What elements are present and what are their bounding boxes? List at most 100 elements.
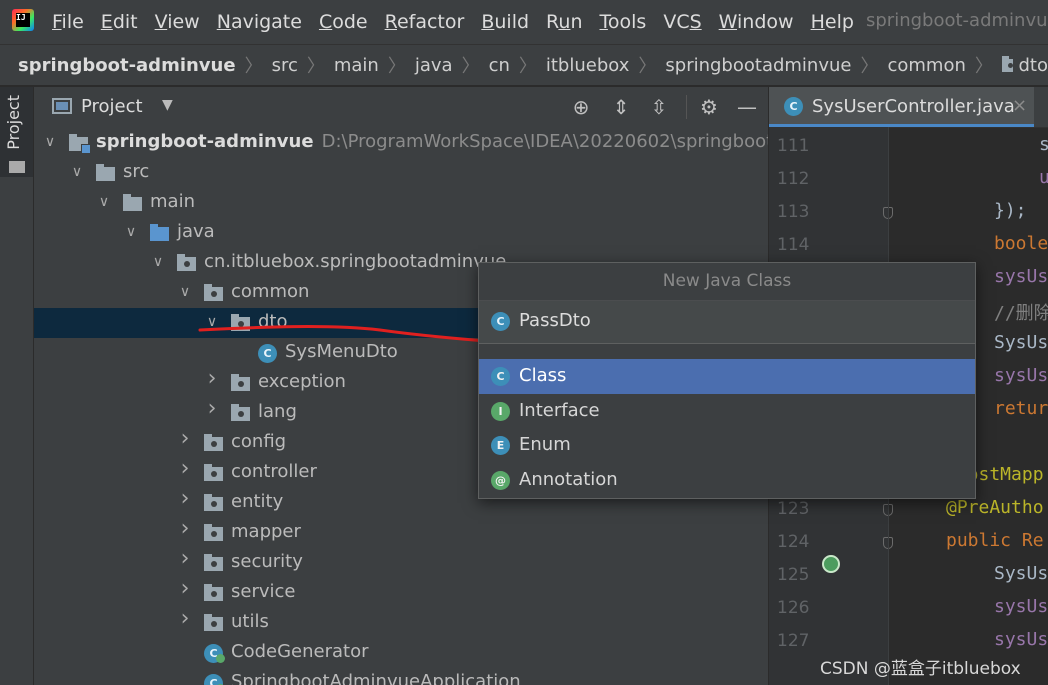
- breadcrumb-springboot-adminvue[interactable]: springboot-adminvue: [18, 55, 236, 76]
- chevron-right-icon[interactable]: ›: [204, 368, 220, 390]
- popup-item-class[interactable]: C Class: [479, 359, 975, 394]
- close-icon[interactable]: ×: [1012, 95, 1027, 116]
- class-icon: C: [491, 367, 510, 386]
- menu-help[interactable]: Help: [811, 11, 854, 33]
- annotation-icon: @: [491, 470, 510, 490]
- menu-tools[interactable]: Tools: [600, 11, 647, 33]
- editor-tab[interactable]: C SysUserController.java ×: [769, 87, 1034, 127]
- window-title: springboot-adminvue: [866, 10, 1048, 31]
- breadcrumb-cn[interactable]: cn: [489, 55, 510, 76]
- tree-node-label: src: [123, 161, 149, 182]
- chevron-down-icon[interactable]: ∨: [123, 223, 139, 241]
- chevron-down-icon[interactable]: ∨: [69, 163, 85, 181]
- tree-node-label: mapper: [231, 521, 301, 542]
- chevron-down-icon[interactable]: ∨: [96, 193, 112, 211]
- project-view-selector[interactable]: Project: [81, 96, 143, 117]
- package-icon: [204, 554, 223, 571]
- tree-node-text: springboot-adminvue: [96, 131, 314, 152]
- chevron-right-icon[interactable]: ›: [177, 518, 193, 540]
- menu-code[interactable]: Code: [319, 11, 368, 33]
- tree-node-main[interactable]: ∨ main: [34, 188, 768, 218]
- menu-file[interactable]: File: [52, 11, 84, 33]
- folder-icon: [96, 164, 115, 181]
- breadcrumb-springbootadminvue[interactable]: springbootadminvue: [665, 55, 851, 76]
- gear-icon[interactable]: ⚙: [698, 96, 720, 118]
- menu-edit[interactable]: Edit: [101, 11, 138, 33]
- tree-node-label: utils: [231, 611, 269, 632]
- folder-icon: [123, 194, 142, 211]
- tree-node-java[interactable]: ∨ java: [34, 218, 768, 248]
- popup-item-interface[interactable]: I Interface: [479, 394, 975, 429]
- breadcrumb-common[interactable]: common: [887, 55, 965, 76]
- tree-node-text: SysMenuDto: [285, 341, 398, 362]
- package-icon: [204, 464, 223, 481]
- package-icon: [231, 404, 250, 421]
- breadcrumb-separator: 〉: [974, 56, 993, 77]
- tree-node-text: mapper: [231, 521, 301, 542]
- package-icon: [1001, 55, 1013, 72]
- tree-node-utils[interactable]: › utils: [34, 608, 768, 638]
- popup-item-annotation[interactable]: @ Annotation: [479, 463, 975, 498]
- code-token: sysUs: [994, 596, 1048, 617]
- override-icon[interactable]: [822, 555, 840, 573]
- tree-node-service[interactable]: › service: [34, 578, 768, 608]
- menu-run[interactable]: Run: [546, 11, 582, 33]
- tree-node-label: security: [231, 551, 303, 572]
- chevron-right-icon[interactable]: ›: [177, 548, 193, 570]
- chevron-right-icon[interactable]: ›: [204, 398, 220, 420]
- breadcrumb-main[interactable]: main: [334, 55, 379, 76]
- editor-tab-label: SysUserController.java: [812, 96, 1015, 117]
- tree-node-label: common: [231, 281, 309, 302]
- minimize-icon[interactable]: —: [736, 96, 758, 118]
- code-token: SysUs: [994, 563, 1048, 584]
- tree-node-label: lang: [258, 401, 297, 422]
- class-name-value: PassDto: [519, 310, 591, 331]
- new-java-class-popup: New Java Class C PassDto C Class I Interfac…: [478, 262, 976, 499]
- chevron-right-icon[interactable]: ›: [177, 608, 193, 630]
- tree-node-springbootadminvueapplication[interactable]: C SpringbootAdminvueApplication: [34, 668, 768, 685]
- chevron-down-icon[interactable]: ∨: [150, 253, 166, 271]
- chevron-down-icon[interactable]: ▼: [162, 97, 173, 113]
- tree-node-label: java: [177, 221, 215, 242]
- chevron-down-icon[interactable]: ∨: [204, 313, 220, 331]
- class-name-input[interactable]: C PassDto: [479, 301, 975, 344]
- menu-view[interactable]: View: [155, 11, 200, 33]
- package-icon: [204, 614, 223, 631]
- package-icon: [204, 524, 223, 541]
- breadcrumb-itbluebox[interactable]: itbluebox: [546, 55, 630, 76]
- chevron-down-icon[interactable]: ∨: [42, 133, 58, 151]
- expand-all-icon[interactable]: ⇕: [610, 96, 632, 118]
- tree-node-path: D:\ProgramWorkSpace\IDEA\20220602\spring…: [321, 131, 768, 152]
- code-token: u: [1039, 167, 1048, 188]
- tree-node-security[interactable]: › security: [34, 548, 768, 578]
- class-icon: C: [258, 344, 277, 363]
- breadcrumb-src[interactable]: src: [272, 55, 298, 76]
- chevron-right-icon[interactable]: ›: [177, 458, 193, 480]
- locate-icon[interactable]: ⊕: [570, 96, 592, 118]
- menu-vcs[interactable]: VCS: [663, 11, 701, 33]
- menu-build[interactable]: Build: [481, 11, 529, 33]
- tree-node-label: controller: [231, 461, 317, 482]
- tree-node-springboot-adminvue[interactable]: ∨ springboot-adminvue D:\ProgramWorkSpace\…: [34, 128, 768, 158]
- menu-window[interactable]: Window: [719, 11, 794, 33]
- chevron-right-icon[interactable]: ›: [177, 578, 193, 600]
- package-icon: [204, 434, 223, 451]
- project-stripe-label: Project: [4, 95, 23, 150]
- tree-node-text: java: [177, 221, 215, 242]
- tree-node-text: config: [231, 431, 287, 452]
- code-token: sysUs: [994, 365, 1048, 386]
- menu-refactor[interactable]: Refactor: [385, 11, 465, 33]
- popup-item-enum[interactable]: E Enum: [479, 428, 975, 463]
- chevron-right-icon[interactable]: ›: [177, 488, 193, 510]
- chevron-down-icon[interactable]: ∨: [177, 283, 193, 301]
- chevron-right-icon[interactable]: ›: [177, 428, 193, 450]
- tree-node-label: SysMenuDto: [285, 341, 398, 362]
- breadcrumb-java[interactable]: java: [415, 55, 453, 76]
- breadcrumb-dto[interactable]: dto: [1019, 55, 1048, 76]
- tree-node-text: src: [123, 161, 150, 182]
- tree-node-mapper[interactable]: › mapper: [34, 518, 768, 548]
- collapse-all-icon[interactable]: ⇳: [648, 96, 670, 118]
- tree-node-codegenerator[interactable]: C CodeGenerator: [34, 638, 768, 668]
- menu-navigate[interactable]: Navigate: [217, 11, 302, 33]
- tree-node-src[interactable]: ∨ src: [34, 158, 768, 188]
